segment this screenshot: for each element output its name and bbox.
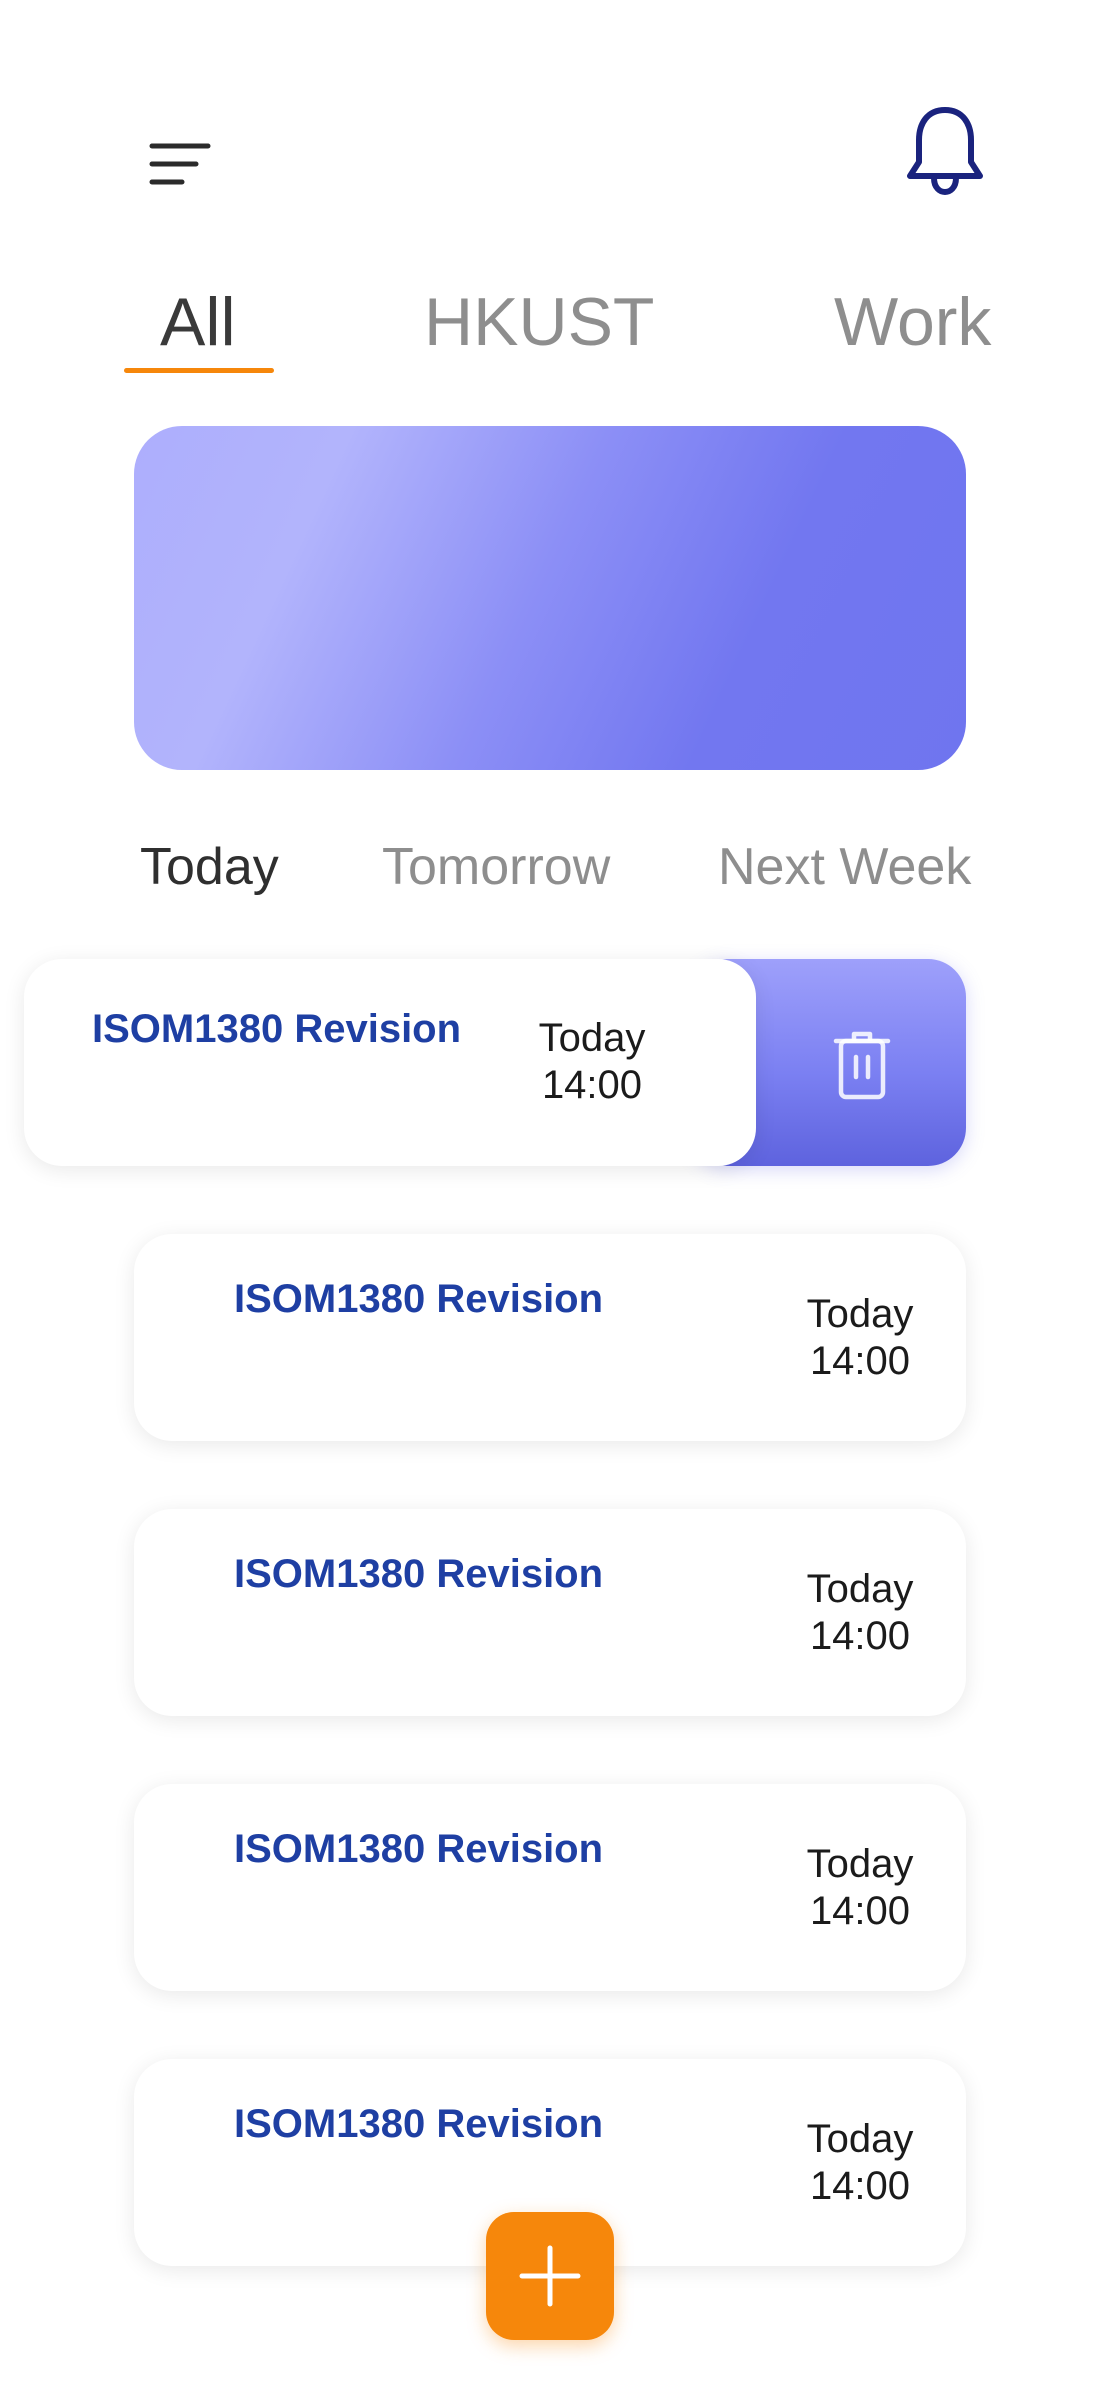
task-card[interactable]: ISOM1380 Revision Today 14:00	[134, 1509, 966, 1716]
plus-icon	[519, 2245, 581, 2307]
tab-all[interactable]: All	[160, 282, 236, 362]
task-title: ISOM1380 Revision	[92, 1007, 462, 1051]
notification-button[interactable]	[900, 100, 990, 200]
menu-button[interactable]	[140, 130, 220, 200]
add-task-button[interactable]	[486, 2212, 614, 2340]
task-time: 14:00	[809, 1889, 911, 1933]
task-time: 14:00	[541, 1063, 643, 1107]
task-time: 14:00	[809, 2164, 911, 2208]
task-title: ISOM1380 Revision	[234, 1827, 604, 1871]
tab-hkust[interactable]: HKUST	[424, 282, 654, 362]
day-tab-today[interactable]: Today	[140, 836, 279, 898]
task-day: Today	[806, 1842, 914, 1886]
task-title: ISOM1380 Revision	[234, 1552, 604, 1596]
day-tab-tomorrow[interactable]: Tomorrow	[382, 836, 610, 898]
task-card-swiped[interactable]: ISOM1380 Revision Today 14:00	[24, 959, 756, 1166]
task-title: ISOM1380 Revision	[234, 1277, 604, 1321]
task-card[interactable]: ISOM1380 Revision Today 14:00	[134, 1784, 966, 1991]
sort-lines-icon	[149, 143, 211, 185]
day-tab-next-week[interactable]: Next Week	[718, 836, 971, 898]
task-day: Today	[806, 2117, 914, 2161]
active-tab-indicator	[124, 368, 274, 373]
trash-icon	[833, 1031, 891, 1100]
tab-work[interactable]: Work	[834, 282, 991, 362]
task-day: Today	[806, 1567, 914, 1611]
banner-card[interactable]	[134, 426, 966, 770]
task-title: ISOM1380 Revision	[234, 2102, 604, 2146]
task-day: Today	[538, 1016, 646, 1060]
task-time: 14:00	[809, 1339, 911, 1383]
bell-icon	[907, 107, 983, 196]
task-day: Today	[806, 1292, 914, 1336]
task-time: 14:00	[809, 1614, 911, 1658]
task-card[interactable]: ISOM1380 Revision Today 14:00	[134, 1234, 966, 1441]
